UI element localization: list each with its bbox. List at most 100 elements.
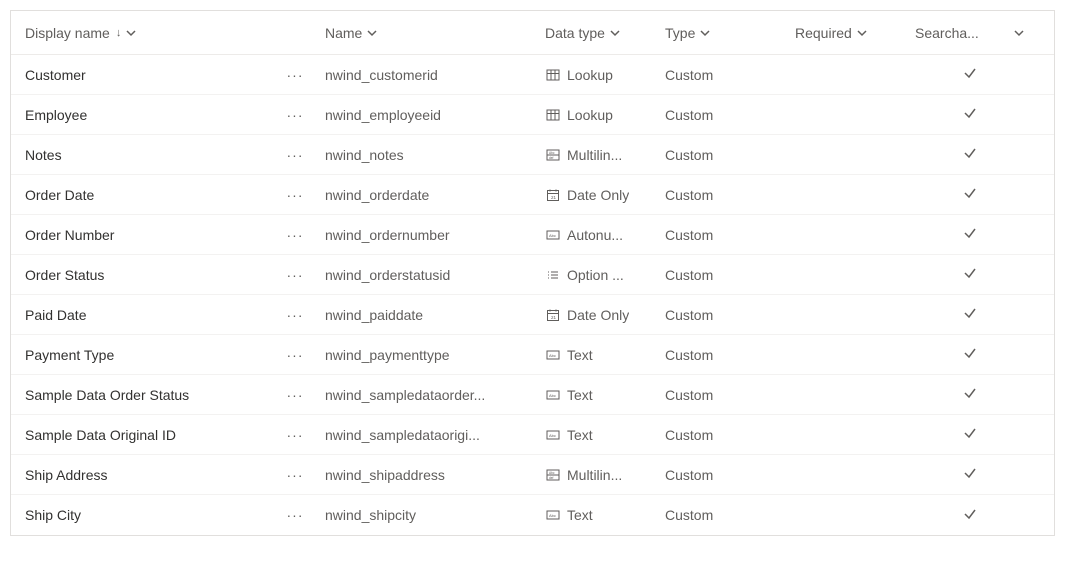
cell-data-type-label: Multilin...	[567, 467, 622, 483]
checkmark-icon	[963, 146, 977, 163]
row-more-button[interactable]: ···	[265, 107, 325, 123]
cell-data-type: AbcAutonu...	[545, 227, 665, 243]
lookup-icon	[545, 67, 561, 83]
cell-data-type: Lookup	[545, 107, 665, 123]
row-more-button[interactable]: ···	[265, 67, 325, 83]
cell-name: nwind_sampledataorigi...	[325, 427, 545, 443]
svg-text:Abc: Abc	[549, 433, 556, 438]
row-more-button[interactable]: ···	[265, 227, 325, 243]
cell-data-type-label: Lookup	[567, 67, 613, 83]
cell-display-name[interactable]: Sample Data Order Status	[25, 387, 265, 403]
cell-display-name[interactable]: Paid Date	[25, 307, 265, 323]
checkmark-icon	[963, 306, 977, 323]
chevron-down-icon	[1013, 27, 1025, 39]
cell-searchable	[915, 186, 1025, 203]
svg-text:Abc: Abc	[549, 353, 556, 358]
cell-display-name[interactable]: Ship Address	[25, 467, 265, 483]
header-searchable[interactable]: Searcha...	[915, 25, 1025, 41]
table-row[interactable]: Sample Data Original ID···nwind_sampleda…	[11, 415, 1054, 455]
cell-type: Custom	[665, 307, 795, 323]
cell-data-type: Option ...	[545, 267, 665, 283]
table-row[interactable]: Payment Type···nwind_paymenttypeAbcTextC…	[11, 335, 1054, 375]
cell-searchable	[915, 146, 1025, 163]
cell-name: nwind_sampledataorder...	[325, 387, 545, 403]
cell-display-name[interactable]: Customer	[25, 67, 265, 83]
cell-searchable	[915, 386, 1025, 403]
table-row[interactable]: Ship City···nwind_shipcityAbcTextCustom	[11, 495, 1054, 535]
cell-data-type-label: Text	[567, 427, 593, 443]
row-more-button[interactable]: ···	[265, 387, 325, 403]
chevron-down-icon	[856, 27, 868, 39]
table-row[interactable]: Sample Data Order Status···nwind_sampled…	[11, 375, 1054, 415]
cell-display-name[interactable]: Order Number	[25, 227, 265, 243]
row-more-button[interactable]: ···	[265, 307, 325, 323]
chevron-down-icon	[609, 27, 621, 39]
cell-display-name[interactable]: Notes	[25, 147, 265, 163]
chevron-down-icon	[125, 27, 137, 39]
cell-name: nwind_paiddate	[325, 307, 545, 323]
cell-name: nwind_orderstatusid	[325, 267, 545, 283]
sort-ascending-icon: ↓	[116, 27, 122, 39]
header-type-label: Type	[665, 25, 695, 41]
chevron-down-icon	[699, 27, 711, 39]
row-more-button[interactable]: ···	[265, 147, 325, 163]
header-type[interactable]: Type	[665, 25, 795, 41]
cell-display-name[interactable]: Sample Data Original ID	[25, 427, 265, 443]
cell-data-type: AbcdefMultilin...	[545, 467, 665, 483]
checkmark-icon	[963, 186, 977, 203]
row-more-button[interactable]: ···	[265, 467, 325, 483]
table-row[interactable]: Order Number···nwind_ordernumberAbcAuton…	[11, 215, 1054, 255]
date-icon: 21	[545, 307, 561, 323]
table-row[interactable]: Order Status···nwind_orderstatusidOption…	[11, 255, 1054, 295]
row-more-button[interactable]: ···	[265, 267, 325, 283]
table-row[interactable]: Paid Date···nwind_paiddate 21 Date Only Cus…	[11, 295, 1054, 335]
header-display-name[interactable]: Display name ↓	[25, 25, 265, 41]
grid-header-row: Display name ↓ Name Data type Type Requi…	[11, 11, 1054, 55]
row-more-button[interactable]: ···	[265, 427, 325, 443]
svg-text:Abc: Abc	[549, 471, 555, 475]
cell-data-type: Abc Text	[545, 427, 665, 443]
columns-data-grid: Display name ↓ Name Data type Type Requi…	[10, 10, 1055, 536]
cell-type: Custom	[665, 347, 795, 363]
cell-data-type-label: Multilin...	[567, 147, 622, 163]
row-more-button[interactable]: ···	[265, 187, 325, 203]
grid-body: Customer···nwind_customeridLookupCustomE…	[11, 55, 1054, 535]
header-name[interactable]: Name	[325, 25, 545, 41]
cell-name: nwind_paymenttype	[325, 347, 545, 363]
cell-data-type-label: Date Only	[567, 307, 629, 323]
header-required[interactable]: Required	[795, 25, 915, 41]
cell-data-type-label: Text	[567, 387, 593, 403]
checkmark-icon	[963, 507, 977, 524]
table-row[interactable]: Order Date···nwind_orderdate21Date OnlyC…	[11, 175, 1054, 215]
table-row[interactable]: Employee···nwind_employeeidLookupCustom	[11, 95, 1054, 135]
cell-display-name[interactable]: Ship City	[25, 507, 265, 523]
row-more-button[interactable]: ···	[265, 347, 325, 363]
cell-data-type-label: Text	[567, 507, 593, 523]
checkmark-icon	[963, 266, 977, 283]
cell-display-name[interactable]: Order Status	[25, 267, 265, 283]
chevron-down-icon	[366, 27, 378, 39]
table-row[interactable]: Notes···nwind_notesAbcdefMultilin...Cust…	[11, 135, 1054, 175]
text-icon: Abc	[545, 347, 561, 363]
cell-display-name[interactable]: Employee	[25, 107, 265, 123]
cell-type: Custom	[665, 67, 795, 83]
cell-name: nwind_ordernumber	[325, 227, 545, 243]
cell-type: Custom	[665, 427, 795, 443]
cell-display-name[interactable]: Payment Type	[25, 347, 265, 363]
cell-data-type-label: Lookup	[567, 107, 613, 123]
optionset-icon	[545, 267, 561, 283]
table-row[interactable]: Ship Address···nwind_shipaddressAbcdefMu…	[11, 455, 1054, 495]
row-more-button[interactable]: ···	[265, 507, 325, 523]
cell-name: nwind_shipcity	[325, 507, 545, 523]
cell-name: nwind_orderdate	[325, 187, 545, 203]
svg-text:21: 21	[551, 315, 557, 320]
header-data-type[interactable]: Data type	[545, 25, 665, 41]
cell-type: Custom	[665, 187, 795, 203]
table-row[interactable]: Customer···nwind_customeridLookupCustom	[11, 55, 1054, 95]
header-data-type-label: Data type	[545, 25, 605, 41]
svg-text:Abc: Abc	[549, 151, 555, 155]
checkmark-icon	[963, 106, 977, 123]
cell-display-name[interactable]: Order Date	[25, 187, 265, 203]
cell-data-type: Lookup	[545, 67, 665, 83]
checkmark-icon	[963, 426, 977, 443]
